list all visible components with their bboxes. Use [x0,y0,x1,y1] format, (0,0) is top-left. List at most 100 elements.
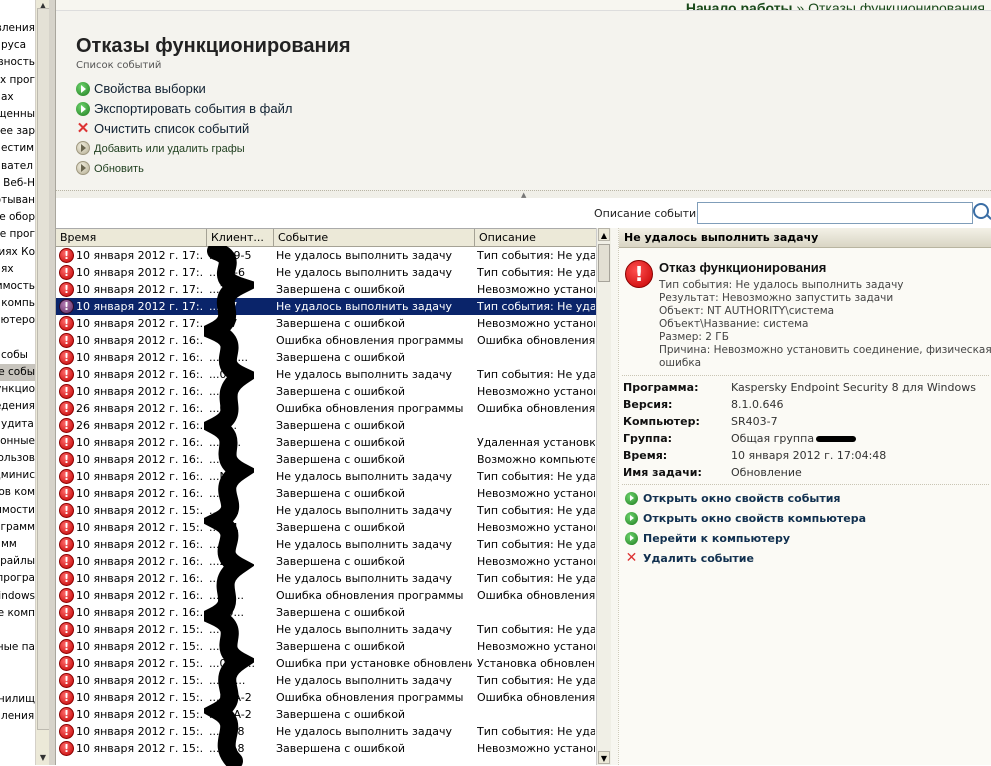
column-header-time[interactable]: Время [56,229,207,246]
tree-item[interactable]: щенны [0,106,35,123]
table-row[interactable]: 10 января 2012 г. 16:......NЗавершена с … [56,485,596,502]
table-row[interactable]: 10 января 2012 г. 15:......G-1Не удалось… [56,502,596,519]
tree-item[interactable]: ах [0,89,35,106]
tree-item[interactable]: ункцио [0,381,35,398]
table-row[interactable]: 10 января 2012 г. 15:......ONЗавершена с… [56,638,596,655]
tree-item[interactable]: отыван [0,192,35,209]
scroll-up-icon[interactable]: ▲ [598,228,610,241]
tree-item[interactable]: Windows [0,588,35,605]
tree-item[interactable] [0,674,35,691]
table-scrollbar[interactable]: ▲ ▼ [596,228,611,765]
tree-item[interactable]: имости [0,502,35,519]
tree-item[interactable]: ные па [0,639,35,656]
tree-item[interactable]: ях [0,261,35,278]
table-row[interactable]: 10 января 2012 г. 15:......12-8Не удалос… [56,723,596,740]
tree-item[interactable]: лее зар [0,123,35,140]
tree-item[interactable]: естим [0,140,35,157]
table-row[interactable]: 10 января 2012 г. 16:......06-...Заверше… [56,349,596,366]
export-events-link[interactable]: Экспортировать события в файл [76,100,292,118]
table-row[interactable]: 26 января 2012 г. 16:......0...Ошибка об… [56,400,596,417]
tree-item[interactable]: ре прог [0,226,35,243]
action-label[interactable]: Удалить событие [643,552,754,565]
table-row[interactable]: 10 января 2012 г. 17:......3-7Не удалось… [56,298,596,315]
panel-splitter[interactable] [49,0,56,765]
table-row[interactable]: 10 января 2012 г. 16:......0...Завершена… [56,451,596,468]
tree-item[interactable]: ления [0,708,35,725]
column-header-description[interactable]: Описание [475,229,596,246]
action-label[interactable]: Перейти к компьютеру [643,532,790,545]
action-label[interactable]: Добавить или удалить графы [94,143,245,155]
add-remove-columns-link[interactable]: Добавить или удалить графы [76,140,245,158]
table-row[interactable]: 10 января 2012 г. 16:......NНе удалось в… [56,468,596,485]
table-row[interactable]: 10 января 2012 г. 16:......01Завершена с… [56,383,596,400]
tree-item[interactable]: едения [0,398,35,415]
tree-item[interactable]: руса [0,37,35,54]
tree-item[interactable]: ях прог [0,72,35,89]
table-row[interactable]: 10 января 2012 г. 16:......01Не удалось … [56,366,596,383]
tree-item[interactable]: ьютеро [0,312,35,329]
tree-item[interactable]: ре обор [0,209,35,226]
column-header-event[interactable]: Событие [274,229,475,246]
tree-item[interactable]: имость [0,278,35,295]
tree-item[interactable] [0,656,35,673]
table-row[interactable]: 10 января 2012 г. 15:......02-1...Ошибка… [56,655,596,672]
tree-scrollbar[interactable]: ▲ ▼ [35,0,50,765]
tree-item[interactable]: рие собы [0,364,35,381]
tree-item[interactable]: дминис [0,467,35,484]
tree-item[interactable]: е комп [0,605,35,622]
action-label[interactable]: Очистить список событий [94,121,249,136]
table-row[interactable]: 26 января 2012 г. 16:......0...Завершена… [56,417,596,434]
event-description-filter-input[interactable] [697,202,973,224]
action-label[interactable]: Открыть окно свойств компьютера [643,512,866,525]
action-label[interactable]: Свойства выборки [94,81,206,96]
tree-item[interactable]: програ [0,570,35,587]
open-computer-properties-link[interactable]: Открыть окно свойств компьютера [625,510,866,528]
table-row[interactable]: 10 января 2012 г. 16:......20...Ошибка о… [56,587,596,604]
selection-properties-link[interactable]: Свойства выборки [76,80,206,98]
scroll-down-icon[interactable]: ▼ [37,752,49,764]
tree-item[interactable] [0,622,35,639]
tree-item[interactable]: онные [0,433,35,450]
tree-item[interactable]: я компь [0,295,35,312]
table-row[interactable]: 10 января 2012 г. 15:......IN-...Не удал… [56,672,596,689]
column-header-client[interactable]: Клиент... [207,229,274,246]
tree-item[interactable]: собы [0,347,35,364]
tree-item[interactable]: вател [0,158,35,175]
delete-event-link[interactable]: ✕ Удалить событие [625,550,754,568]
search-icon[interactable] [973,203,989,219]
tree-item[interactable]: нилищ [0,691,35,708]
open-event-properties-link[interactable]: Открыть окно свойств события [625,490,840,508]
tree-item[interactable]: мм [0,536,35,553]
table-row[interactable]: 10 января 2012 г. 15:......ONНе удалось … [56,621,596,638]
action-label[interactable]: Обновить [94,163,144,175]
tree-item[interactable]: райлы [0,553,35,570]
refresh-link[interactable]: Обновить [76,160,144,178]
table-row[interactable]: 10 января 2012 г. 15:......G-1Завершена … [56,519,596,536]
scroll-down-icon[interactable]: ▼ [598,751,610,764]
table-row[interactable]: 10 января 2012 г. 16:......-1...Завершен… [56,434,596,451]
tree-item[interactable]: ов ком [0,484,35,501]
tree-item[interactable]: ользов [0,450,35,467]
table-scroll-thumb[interactable] [598,244,610,282]
clear-events-link[interactable]: ✕ Очистить список событий [76,120,250,138]
tree-item[interactable] [0,330,35,347]
tree-item[interactable]: иях Ко [0,244,35,261]
table-row[interactable]: 10 января 2012 г. 16:......NНе удалось в… [56,570,596,587]
tree-item[interactable]: вность [0,54,35,71]
tree-item[interactable]: е Веб-Н [0,175,35,192]
table-row[interactable]: 10 января 2012 г. 16:... Ошибка обновлени… [56,332,596,349]
tree-item[interactable]: удита [0,416,35,433]
tree-item[interactable]: грамм [0,519,35,536]
action-label[interactable]: Экспортировать события в файл [94,101,292,116]
table-row[interactable]: 10 января 2012 г. 17:......209-5Не удало… [56,247,596,264]
go-to-computer-link[interactable]: Перейти к компьютеру [625,530,790,548]
table-row[interactable]: 10 января 2012 г. 17:......3B-6Не удалос… [56,264,596,281]
tree-item[interactable]: вления [0,20,35,37]
table-row[interactable]: 10 января 2012 г. 16:......20...Завершен… [56,604,596,621]
table-row[interactable]: 10 января 2012 г. 15:......12-8Завершена… [56,740,596,757]
table-row[interactable]: 10 января 2012 г. 17:......3-7Завершена … [56,315,596,332]
table-row[interactable]: 10 января 2012 г. 15:......02A-2Завершен… [56,706,596,723]
table-row[interactable]: 10 января 2012 г. 17:......3B-6Завершена… [56,281,596,298]
table-row[interactable]: 10 января 2012 г. 15:......02A-2Ошибка о… [56,689,596,706]
table-row[interactable]: 10 января 2012 г. 16:......2Не удалось в… [56,536,596,553]
